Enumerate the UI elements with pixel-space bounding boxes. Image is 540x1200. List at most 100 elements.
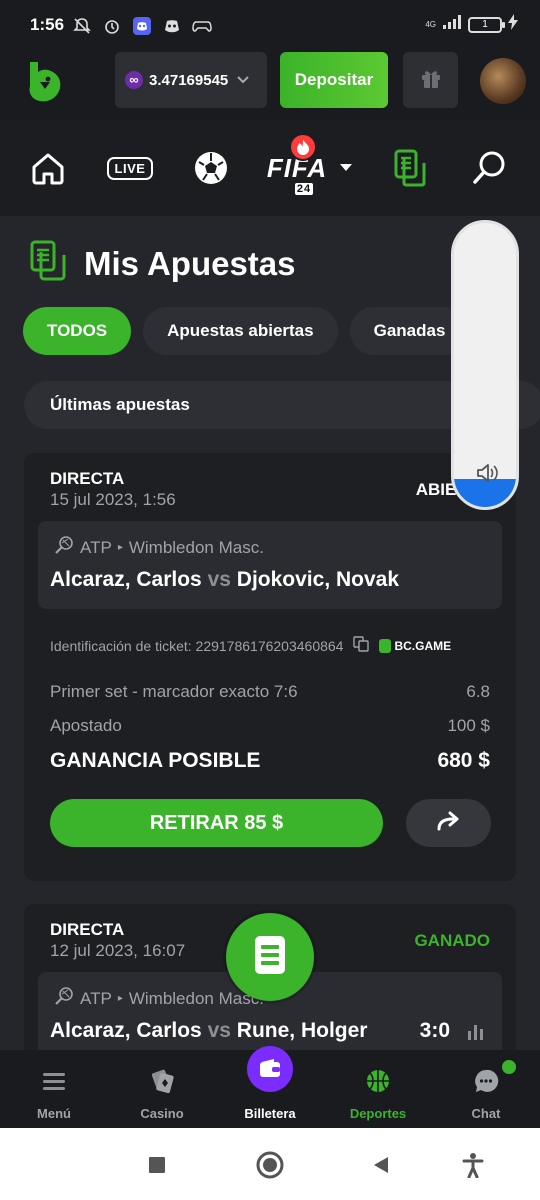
chevron-down-icon xyxy=(236,72,250,88)
brand-logo: BC.GAME xyxy=(379,638,451,653)
stats-icon[interactable] xyxy=(466,1022,486,1042)
accessibility-icon[interactable] xyxy=(458,1150,488,1180)
page-title: Mis Apuestas xyxy=(84,244,296,282)
odds-value: 6.8 xyxy=(466,682,490,701)
home-icon[interactable] xyxy=(28,146,68,190)
bcgame-icon xyxy=(379,638,392,653)
home-player: Alcaraz, Carlos xyxy=(50,568,202,591)
share-arrow-icon xyxy=(436,811,462,836)
tennis-icon xyxy=(54,535,74,560)
discord-icon xyxy=(132,16,152,36)
stake-row: Apostado 100 $ xyxy=(50,716,490,736)
tennis-icon xyxy=(54,986,74,1011)
system-nav-bar xyxy=(0,1128,540,1200)
deposit-button[interactable]: Depositar xyxy=(280,52,388,108)
online-indicator xyxy=(502,1060,516,1074)
payout-label: GANANCIA POSIBLE xyxy=(50,749,261,772)
avatar[interactable] xyxy=(480,58,526,104)
away-player: Rune, Holger xyxy=(236,1019,368,1042)
away-player: Djokovic, Novak xyxy=(236,568,400,591)
status-badge: GANADO xyxy=(414,931,490,950)
nav-label: Menú xyxy=(37,1106,71,1121)
app-screen: 1:56 4G 1 ∞ 3.47169545 Depositar LIVE FI… xyxy=(0,0,540,1128)
recent-apps-icon[interactable] xyxy=(142,1150,172,1180)
cashout-button[interactable]: RETIRAR 85 $ xyxy=(50,799,383,847)
live-button[interactable]: LIVE xyxy=(106,146,154,190)
gift-icon xyxy=(419,66,443,95)
bets-icon xyxy=(30,240,66,287)
nav-sports[interactable]: Deportes xyxy=(324,1050,432,1128)
chat-icon xyxy=(471,1066,501,1096)
payout-row: GANANCIA POSIBLE 680 $ xyxy=(50,749,490,773)
fire-icon xyxy=(288,132,317,161)
nav-label: Billetera xyxy=(244,1106,296,1121)
market-row: Primer set - marcador exacto 7:6 6.8 xyxy=(50,682,490,702)
menu-icon xyxy=(39,1066,69,1096)
currency-icon: ∞ xyxy=(125,71,143,89)
ticket-id: 2291786176203460864 xyxy=(195,637,344,654)
app-header: ∞ 3.47169545 Depositar xyxy=(0,52,540,120)
speaker-icon[interactable] xyxy=(474,461,498,485)
fifa-button[interactable]: FIFA 24 xyxy=(267,132,353,195)
alarm-icon xyxy=(102,16,122,36)
ticket-label: Identificación de ticket: 22917861762034… xyxy=(50,638,343,654)
status-time: 1:56 xyxy=(30,15,65,34)
nav-label: Chat xyxy=(471,1106,501,1121)
mute-icon xyxy=(72,16,92,36)
bets-icon[interactable] xyxy=(390,146,430,190)
system-status-icons: 4G 1 xyxy=(425,14,518,35)
bet-type: DIRECTA xyxy=(50,920,125,939)
basketball-icon xyxy=(363,1066,393,1096)
vs-label: vs xyxy=(207,568,231,591)
balance-selector[interactable]: ∞ 3.47169545 xyxy=(115,52,267,108)
soccer-ball-icon[interactable] xyxy=(192,146,230,190)
wallet-icon[interactable] xyxy=(247,1046,293,1092)
bet-type: DIRECTA xyxy=(50,469,125,488)
bet-card[interactable]: DIRECTA 15 jul 2023, 1:56 ABIERTA ATP ▸ … xyxy=(24,453,516,881)
volume-slider[interactable] xyxy=(451,220,519,510)
live-label: LIVE xyxy=(106,156,154,180)
back-icon[interactable] xyxy=(366,1150,396,1180)
signal-icon xyxy=(442,14,462,35)
matchup: Alcaraz, Carlos vs Djokovic, Novak xyxy=(50,568,399,592)
league-breadcrumb: ATP ▸ Wimbledon Masc. xyxy=(54,986,264,1011)
bet-slip-button[interactable] xyxy=(226,913,314,1001)
market-name: Primer set - marcador exacto 7:6 xyxy=(50,682,298,701)
game-controller-icon xyxy=(192,16,212,36)
bet-date: 12 jul 2023, 16:07 xyxy=(50,941,186,960)
gift-button[interactable] xyxy=(403,52,458,108)
bottom-nav: Menú Casino Billetera Deportes Chat xyxy=(0,1046,540,1128)
tab-open-bets[interactable]: Apuestas abiertas xyxy=(143,307,338,355)
nav-chat[interactable]: Chat xyxy=(432,1050,540,1128)
home-button-icon[interactable] xyxy=(255,1150,285,1180)
stake-value: 100 $ xyxy=(447,716,490,735)
tab-all[interactable]: TODOS xyxy=(23,307,132,355)
fifa-label: FIFA 24 xyxy=(267,132,327,195)
matchup: Alcaraz, Carlos vs Rune, Holger xyxy=(50,1019,367,1043)
vs-label: vs xyxy=(207,1019,231,1042)
event-box[interactable]: ATP ▸ Wimbledon Masc. Alcaraz, Carlos vs… xyxy=(38,521,502,609)
sports-nav: LIVE FIFA 24 xyxy=(0,120,540,216)
copy-icon[interactable] xyxy=(353,636,370,655)
discord-icon xyxy=(162,16,182,36)
nav-label: Casino xyxy=(140,1106,184,1121)
network-type: 4G xyxy=(425,19,436,29)
chevron-right-icon: ▸ xyxy=(117,993,123,1004)
status-bar: 1:56 4G 1 xyxy=(0,0,540,52)
fifa-year: 24 xyxy=(294,182,314,195)
balance-amount: 3.47169545 xyxy=(149,71,229,89)
page-header: Mis Apuestas xyxy=(30,240,296,287)
nav-menu[interactable]: Menú xyxy=(0,1050,108,1128)
home-player: Alcaraz, Carlos xyxy=(50,1019,202,1042)
stake-label: Apostado xyxy=(50,716,122,735)
share-button[interactable] xyxy=(406,799,491,847)
nav-casino[interactable]: Casino xyxy=(108,1050,216,1128)
league-name: ATP xyxy=(80,537,112,557)
logo-icon[interactable] xyxy=(26,60,64,104)
search-icon[interactable] xyxy=(470,146,510,190)
ticket-id-label: Identificación de ticket: xyxy=(50,637,192,654)
match-score: 3:0 xyxy=(419,1019,450,1042)
tournament-name: Wimbledon Masc. xyxy=(128,537,264,557)
chevron-down-icon xyxy=(339,159,353,177)
league-breadcrumb: ATP ▸ Wimbledon Masc. xyxy=(54,535,264,560)
